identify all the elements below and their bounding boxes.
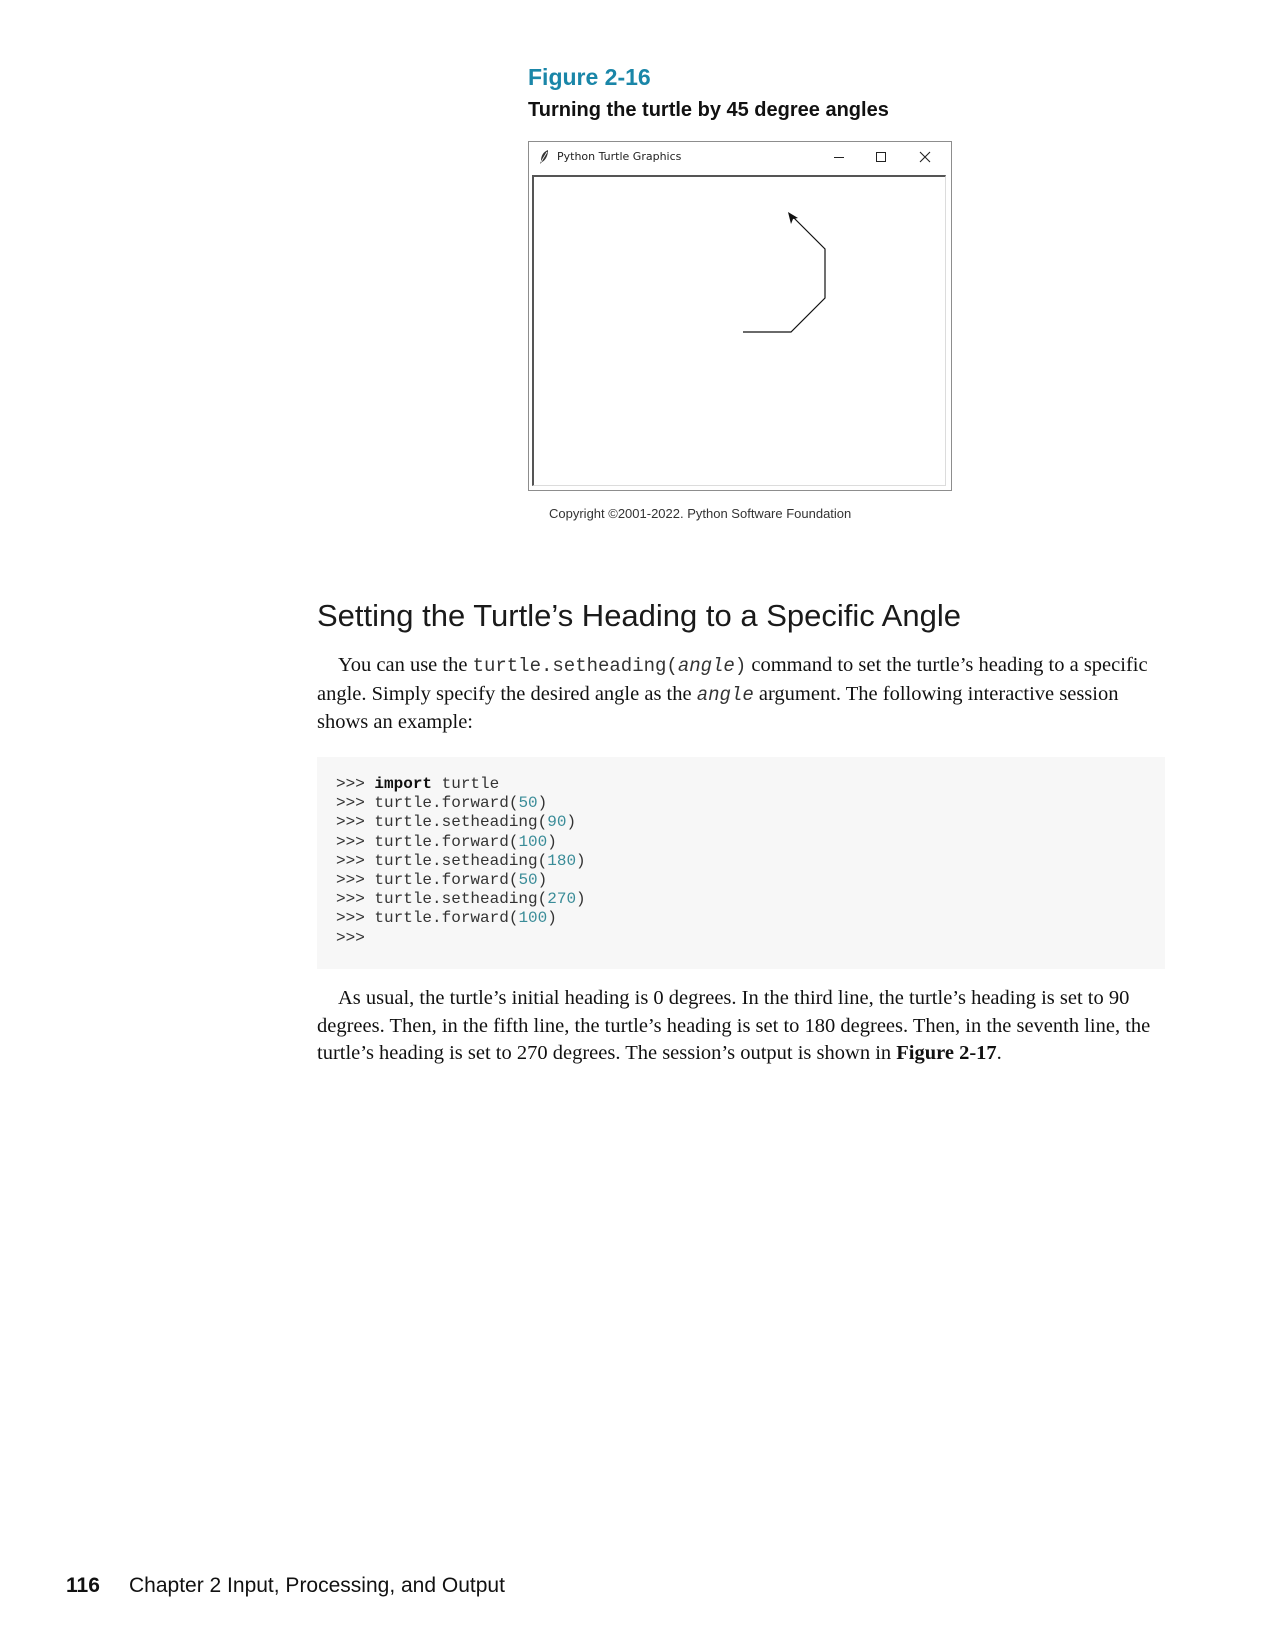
close-button[interactable]	[905, 144, 945, 170]
explanation-paragraph: As usual, the turtle’s initial heading i…	[317, 987, 1151, 1064]
code-prompt: >>>	[336, 890, 375, 909]
code-number: 50	[518, 871, 538, 890]
feather-icon	[538, 149, 550, 170]
turtle-window: Python Turtle Graphics	[528, 141, 952, 491]
figure-reference: Figure 2-17	[896, 1042, 997, 1064]
code-number: 180	[547, 851, 577, 870]
maximize-button[interactable]	[861, 144, 901, 170]
code-prompt: >>>	[336, 851, 375, 870]
figure-label: Figure 2-16	[528, 64, 651, 90]
code-prompt: >>>	[336, 928, 375, 947]
code-prompt: >>>	[336, 794, 375, 813]
code-call: turtle.setheading(	[374, 851, 548, 870]
code-call: turtle.forward(	[374, 871, 519, 890]
maximize-icon	[876, 152, 886, 162]
window-title: Python Turtle Graphics	[557, 150, 682, 163]
code-number: 100	[518, 909, 548, 928]
code-call: turtle.setheading(	[374, 890, 548, 909]
code-line: >>> turtle.setheading(180)	[336, 851, 586, 870]
close-icon	[919, 151, 931, 163]
code-number: 90	[547, 813, 567, 832]
figure-credit: Copyright ©2001-2022. Python Software Fo…	[549, 506, 852, 521]
code-line: >>> turtle.forward(100)	[336, 832, 557, 851]
code-line: >>> turtle.forward(50)	[336, 794, 548, 813]
intro-paragraph: You can use the turtle.setheading(angle)…	[317, 654, 1148, 733]
code-line: >>> turtle.setheading(270)	[336, 890, 586, 909]
code-prompt: >>>	[336, 832, 375, 851]
code-call: turtle.forward(	[374, 909, 519, 928]
window-titlebar[interactable]: Python Turtle Graphics	[529, 142, 951, 172]
code-prompt: >>>	[336, 871, 375, 890]
code-number: 50	[518, 794, 538, 813]
chapter-title: Chapter 2 Input, Processing, and Output	[129, 1574, 505, 1597]
turtle-canvas	[532, 175, 946, 486]
code-call: turtle.setheading(	[374, 813, 548, 832]
turtle-arrow-icon	[788, 212, 798, 224]
figure-caption: Turning the turtle by 45 degree angles	[528, 99, 889, 121]
turtle-path	[743, 217, 826, 333]
code-prompt: >>>	[336, 909, 375, 928]
page-number: 116	[66, 1574, 100, 1597]
code-prompt: >>>	[336, 813, 375, 832]
code-call: turtle.forward(	[374, 794, 519, 813]
code-lines: >>> import turtle >>> turtle.forward(50) >…	[336, 775, 586, 948]
minimize-icon	[834, 157, 844, 158]
code-line: >>> turtle.forward(50)	[336, 871, 548, 890]
code-prompt: >>>	[336, 775, 375, 793]
code-line: >>>	[336, 929, 586, 948]
code-block: >>> import turtle >>> turtle.forward(50) >…	[317, 757, 1165, 969]
code-line: >>> turtle.forward(100)	[336, 909, 557, 928]
minimize-button[interactable]	[819, 144, 859, 170]
code-call: turtle.forward(	[374, 832, 519, 851]
code-keyword: import	[374, 775, 433, 793]
code-number: 270	[547, 890, 577, 909]
code-line: >>> turtle.setheading(90)	[336, 813, 577, 832]
section-heading: Setting the Turtle’s Heading to a Specif…	[317, 598, 961, 633]
code-line: >>> import turtle	[336, 775, 500, 793]
code-number: 100	[518, 832, 548, 851]
